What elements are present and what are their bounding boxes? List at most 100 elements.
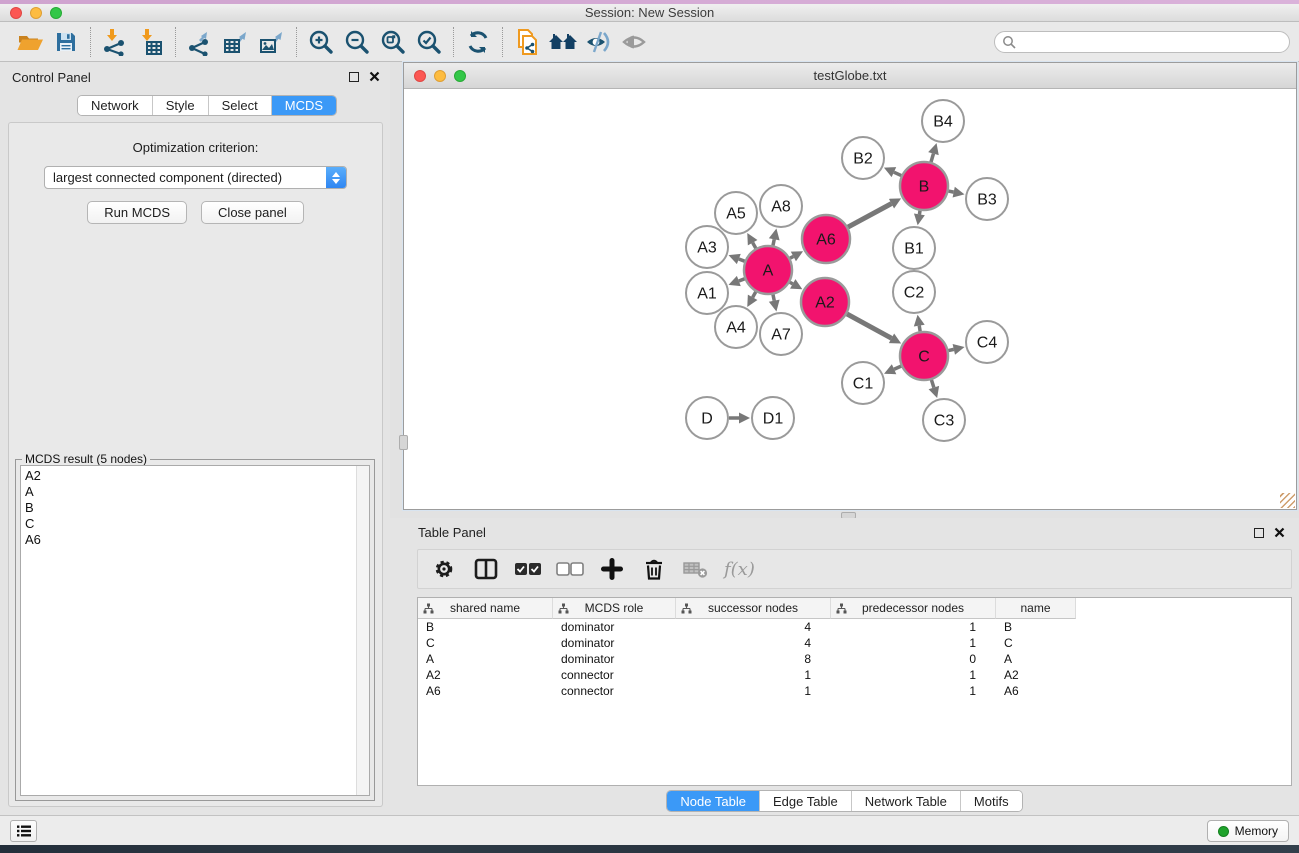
table-settings-button[interactable] [428, 553, 460, 585]
network-graph[interactable]: B4B2BB3A8A5A6A3B1AA1C2A2A4A7C4CC1C3DD1 [404, 89, 1296, 509]
mcds-result-list[interactable]: A2ABCA6 [20, 465, 370, 796]
column-header-successor-nodes[interactable]: successor nodes [676, 598, 831, 619]
float-panel-icon[interactable] [1254, 528, 1264, 538]
graph-edge[interactable] [790, 256, 793, 258]
column-header-name[interactable]: name [996, 598, 1076, 619]
network-canvas[interactable]: B4B2BB3A8A5A6A3B1AA1C2A2A4A7C4CC1C3DD1 [404, 89, 1296, 509]
delete-table-button[interactable] [680, 553, 712, 585]
graph-edge[interactable] [790, 282, 793, 284]
graph-edge[interactable] [753, 243, 756, 249]
close-panel-icon[interactable] [369, 71, 380, 82]
graph-edge[interactable] [847, 314, 892, 338]
table-cell[interactable]: connector [553, 667, 676, 683]
refresh-button[interactable] [462, 26, 494, 58]
tab-edge-table[interactable]: Edge Table [760, 791, 852, 811]
table-cell[interactable]: dominator [553, 619, 676, 635]
list-scrollbar[interactable] [356, 466, 369, 795]
graph-edge[interactable] [919, 211, 920, 215]
graph-edge[interactable] [948, 191, 953, 192]
show-graphics-details-button[interactable] [619, 26, 651, 58]
table-row[interactable]: A2connector11A2 [418, 667, 1291, 683]
select-all-columns-button[interactable] [512, 553, 544, 585]
mcds-result-item[interactable]: C [25, 516, 355, 532]
graph-edge[interactable] [919, 326, 920, 332]
window-resize-grip[interactable] [1280, 493, 1295, 508]
tab-style[interactable]: Style [153, 96, 209, 115]
tab-network[interactable]: Network [78, 96, 153, 115]
optimization-criterion-dropdown[interactable]: largest connected component (directed) [44, 166, 347, 189]
table-cell[interactable]: A [996, 651, 1076, 667]
add-column-button[interactable] [596, 553, 628, 585]
tab-mcds[interactable]: MCDS [272, 96, 336, 115]
tab-motifs[interactable]: Motifs [961, 791, 1022, 811]
open-session-button[interactable] [14, 26, 46, 58]
table-row[interactable]: A6connector11A6 [418, 683, 1291, 699]
tab-select[interactable]: Select [209, 96, 272, 115]
table-cell[interactable]: A [418, 651, 553, 667]
table-cell[interactable]: B [996, 619, 1076, 635]
tab-node-table[interactable]: Node Table [667, 791, 760, 811]
table-cell[interactable]: 1 [831, 635, 996, 651]
hide-graphics-details-button[interactable] [583, 26, 615, 58]
column-header-predecessor-nodes[interactable]: predecessor nodes [831, 598, 996, 619]
graph-edge[interactable] [894, 366, 901, 369]
table-cell[interactable]: 8 [676, 651, 831, 667]
task-history-button[interactable] [10, 820, 37, 842]
table-cell[interactable]: 1 [676, 667, 831, 683]
graph-edge[interactable] [931, 380, 933, 388]
table-cell[interactable]: A6 [996, 683, 1076, 699]
table-cell[interactable]: C [418, 635, 553, 651]
zoom-out-button[interactable] [341, 26, 373, 58]
mcds-result-item[interactable]: A [25, 484, 355, 500]
deselect-all-columns-button[interactable] [554, 553, 586, 585]
export-image-button[interactable] [256, 26, 288, 58]
table-cell[interactable]: 0 [831, 651, 996, 667]
duplicate-network-button[interactable] [511, 26, 543, 58]
mcds-result-item[interactable]: B [25, 500, 355, 516]
table-row[interactable]: Bdominator41B [418, 619, 1291, 635]
node-table[interactable]: shared nameMCDS rolesuccessor nodesprede… [417, 597, 1292, 786]
table-cell[interactable]: A2 [418, 667, 553, 683]
mcds-result-item[interactable]: A6 [25, 532, 355, 548]
close-panel-icon[interactable] [1274, 527, 1285, 538]
mcds-result-item[interactable]: A2 [25, 468, 355, 484]
graph-edge[interactable] [894, 172, 901, 175]
import-table-button[interactable] [135, 26, 167, 58]
save-session-button[interactable] [50, 26, 82, 58]
table-cell[interactable]: 4 [676, 635, 831, 651]
memory-button[interactable]: Memory [1207, 820, 1289, 842]
zoom-selected-button[interactable] [413, 26, 445, 58]
network-overview-button[interactable] [547, 26, 579, 58]
import-network-button[interactable] [99, 26, 131, 58]
delete-column-button[interactable] [638, 553, 670, 585]
graph-edge[interactable] [931, 154, 933, 162]
graph-edge[interactable] [948, 349, 953, 350]
table-cell[interactable]: A6 [418, 683, 553, 699]
table-cell[interactable]: dominator [553, 635, 676, 651]
float-panel-icon[interactable] [349, 72, 359, 82]
export-network-button[interactable] [184, 26, 216, 58]
graph-edge[interactable] [848, 204, 891, 228]
table-cell[interactable]: B [418, 619, 553, 635]
search-input[interactable] [994, 31, 1290, 53]
table-cell[interactable]: connector [553, 683, 676, 699]
table-cell[interactable]: A2 [996, 667, 1076, 683]
zoom-in-button[interactable] [305, 26, 337, 58]
table-row[interactable]: Adominator80A [418, 651, 1291, 667]
close-panel-button[interactable]: Close panel [201, 201, 304, 224]
table-cell[interactable]: 1 [676, 683, 831, 699]
graph-edge[interactable] [773, 294, 774, 300]
tab-network-table[interactable]: Network Table [852, 791, 961, 811]
graph-edge[interactable] [773, 239, 774, 245]
function-builder-button[interactable]: f(x) [722, 553, 757, 585]
export-table-button[interactable] [220, 26, 252, 58]
table-cell[interactable]: C [996, 635, 1076, 651]
graph-edge[interactable] [753, 292, 756, 298]
table-cell[interactable]: 1 [831, 667, 996, 683]
table-cell[interactable]: 1 [831, 619, 996, 635]
column-header-MCDS-role[interactable]: MCDS role [553, 598, 676, 619]
table-cell[interactable]: dominator [553, 651, 676, 667]
table-cell[interactable]: 4 [676, 619, 831, 635]
run-mcds-button[interactable]: Run MCDS [87, 201, 187, 224]
graph-edge[interactable] [739, 279, 745, 281]
